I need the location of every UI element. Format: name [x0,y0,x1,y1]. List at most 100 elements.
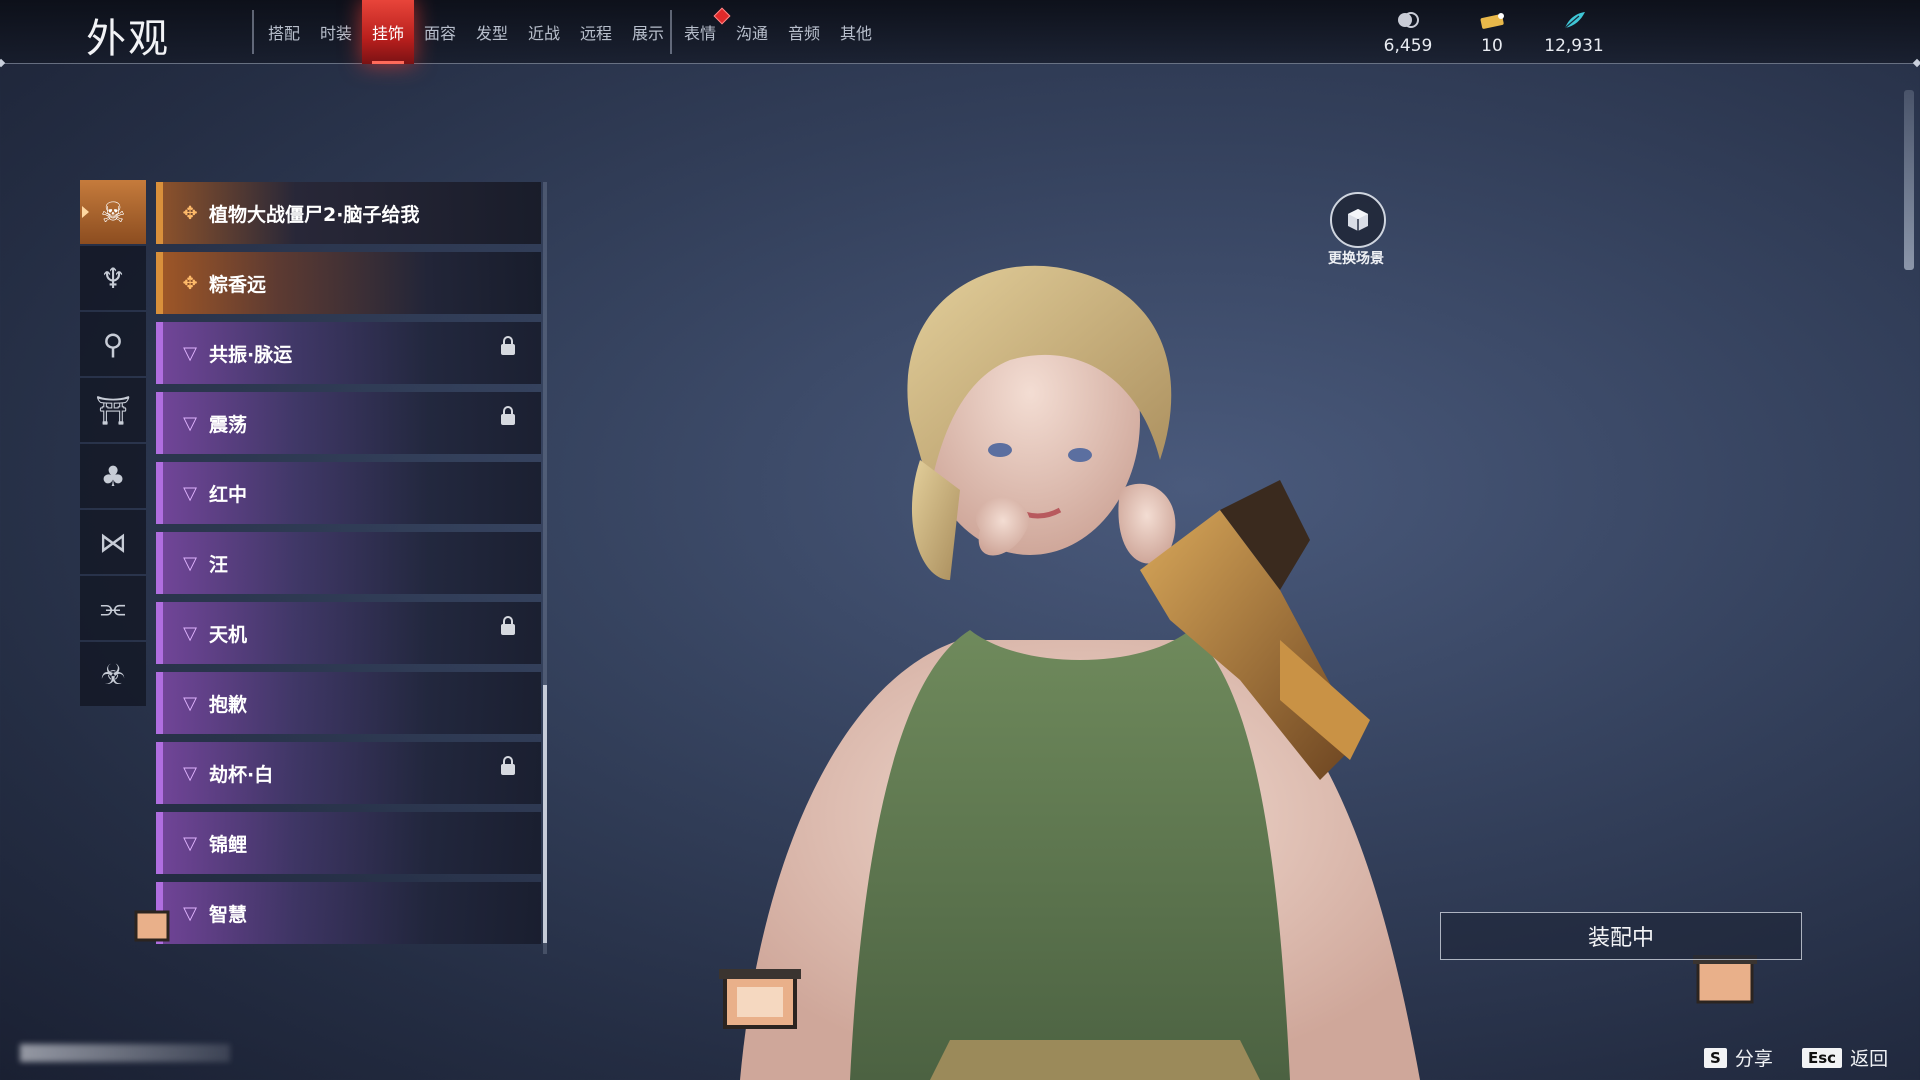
item-label: 震荡 [209,413,248,436]
tab-9[interactable]: 沟通 [726,0,778,64]
lock-icon [501,616,515,636]
share-hint[interactable]: S 分享 [1704,1044,1773,1071]
lantern-decoration [719,969,801,1029]
purple-rarity-icon: ▽ [183,692,197,714]
tab-10[interactable]: 音频 [778,0,830,64]
list-item[interactable]: ▽ 锦鲤 [156,812,541,874]
lantern-decoration [1693,955,1757,1004]
tab-2[interactable]: 挂饰 [362,0,414,64]
tab-label: 表情 [683,24,716,43]
tab-1[interactable]: 时装 [310,0,362,64]
purple-rarity-icon: ▽ [183,832,197,854]
list-item[interactable]: ▽ 红中 [156,462,541,524]
list-scrollbar-thumb[interactable] [543,685,547,943]
list-item[interactable]: ▽ 天机 [156,602,541,664]
back-hint[interactable]: Esc 返回 [1802,1044,1888,1071]
item-label: 红中 [209,483,248,506]
category-7[interactable]: ☣ [80,642,146,706]
item-label: 共振·脉运 [209,343,293,366]
item-label: 锦鲤 [209,833,248,856]
item-label: 植物大战僵尸2·脑子给我 [209,203,420,226]
divider-end-dot [1912,58,1920,68]
tab-separator [252,10,254,54]
tab-label: 远程 [579,24,612,43]
list-item[interactable]: ✥ 粽香远 [156,252,541,314]
tab-label: 时装 [319,24,352,43]
back-key: Esc [1802,1047,1843,1068]
tab-3[interactable]: 面容 [414,0,466,64]
list-item[interactable]: ▽ 劫杯·白 [156,742,541,804]
back-label: 返回 [1850,1048,1889,1070]
tab-0[interactable]: 搭配 [258,0,310,64]
tab-label: 展示 [631,24,664,43]
tab-8[interactable]: 表情 [674,0,731,64]
list-item[interactable]: ✥ 植物大战僵尸2·脑子给我 [156,182,541,244]
currency-2[interactable]: 12,931 [1534,10,1614,56]
category-2[interactable]: ⚲ [80,312,146,376]
waist-ornament-icon: ⚲ [102,327,124,361]
page-title: 外观 [86,16,170,62]
share-label: 分享 [1734,1048,1773,1070]
character-model[interactable] [720,260,1440,1080]
skull-ornament-icon: ☠ [100,195,126,229]
tab-5[interactable]: 近战 [518,0,570,64]
tab-label: 其他 [839,24,872,43]
tab-6[interactable]: 远程 [570,0,622,64]
currency-value: 12,931 [1544,36,1604,56]
tab-11[interactable]: 其他 [830,0,882,64]
bow-ornament-icon: ⋈ [99,525,127,559]
tab-7[interactable]: 展示 [622,0,674,64]
purple-rarity-icon: ▽ [183,902,197,924]
category-1[interactable]: ♆ [80,246,146,310]
tab-label: 近战 [527,24,560,43]
purple-rarity-icon: ▽ [183,622,197,644]
item-label: 抱歉 [209,693,248,716]
list-item[interactable]: ▽ 震荡 [156,392,541,454]
item-label: 天机 [209,623,248,646]
category-5[interactable]: ⋈ [80,510,146,574]
item-label: 汪 [209,553,229,576]
equipped-button[interactable]: 装配中 [1440,912,1802,960]
tab-label: 沟通 [735,24,768,43]
ornament-list: ✥ 植物大战僵尸2·脑子给我 ✥ 粽香远 ▽ 共振·脉运 ▽ 震荡 ▽ 红中 ▽ 汪 ▽ 天机 ▽ 抱歉 ▽ 劫杯… [156,182,541,952]
lantern-decoration [134,910,170,942]
list-item[interactable]: ▽ 共振·脉运 [156,322,541,384]
feather-icon [1564,12,1585,29]
list-item[interactable]: ▽ 抱歉 [156,672,541,734]
purple-rarity-icon: ▽ [183,552,197,574]
tab-4[interactable]: 发型 [466,0,518,64]
tab-label: 搭配 [267,24,300,43]
wings-icon: ⫘ [100,591,126,624]
purple-rarity-icon: ▽ [183,762,197,784]
share-key: S [1704,1047,1727,1068]
cape-icon: ♣ [100,459,126,493]
lock-icon [501,336,515,356]
category-6[interactable]: ⫘ [80,576,146,640]
cube-icon [1348,209,1368,231]
blurred-player-id [20,1044,230,1062]
coin-stack-icon [1398,12,1419,28]
hat-icon: ⛩ [95,393,131,427]
back-ornament-icon: ♆ [100,261,126,295]
currency-0[interactable]: 6,459 [1368,10,1448,56]
purple-rarity-icon: ▽ [183,412,197,434]
tab-label: 挂饰 [371,24,404,43]
list-item[interactable]: ▽ 智慧 [156,882,541,944]
category-4[interactable]: ♣ [80,444,146,508]
category-0[interactable]: ☠ [80,180,146,244]
tab-label: 发型 [475,24,508,43]
purple-rarity-icon: ▽ [183,342,197,364]
list-item[interactable]: ▽ 汪 [156,532,541,594]
gold-rarity-icon: ✥ [182,272,198,294]
tab-label: 面容 [423,24,456,43]
right-scroll-rail[interactable] [1904,90,1914,270]
currency-value: 6,459 [1383,36,1433,56]
item-label: 劫杯·白 [209,763,274,786]
tab-bar: 搭配 时装 挂饰 面容 发型 近战 远程 展示 表情 沟通 音频 其他 [258,0,882,64]
change-scene-button[interactable] [1330,192,1386,248]
category-column: ☠ ♆ ⚲ ⛩ ♣ ⋈ ⫘ ☣ [80,180,146,708]
currency-1[interactable]: 10 [1452,10,1532,56]
category-3[interactable]: ⛩ [80,378,146,442]
gold-rarity-icon: ✥ [182,202,198,224]
ticket-icon [1480,13,1504,29]
